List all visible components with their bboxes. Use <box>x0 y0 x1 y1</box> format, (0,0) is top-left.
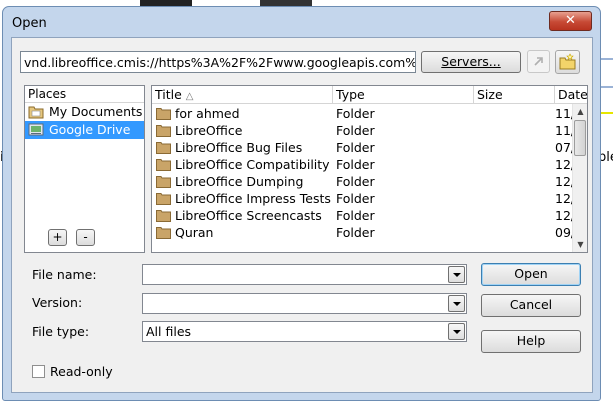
places-buttons: + - <box>25 224 144 252</box>
file-list: Title △ Type Size Date m for ahmed Folde… <box>151 85 588 253</box>
file-row-type: Folder <box>336 174 375 189</box>
add-place-button[interactable]: + <box>48 229 67 246</box>
file-row-type: Folder <box>336 140 375 155</box>
folder-icon <box>156 159 171 171</box>
version-combo[interactable] <box>142 293 467 314</box>
folder-icon <box>156 108 171 120</box>
folder-icon <box>156 210 171 222</box>
file-row-type: Folder <box>336 208 375 223</box>
servers-button-label: Servers... <box>441 54 501 69</box>
new-folder-icon <box>559 53 576 70</box>
cancel-button[interactable]: Cancel <box>481 294 581 317</box>
scroll-down-icon[interactable]: ▼ <box>573 237 587 252</box>
place-item-google-drive[interactable]: Google Drive <box>25 121 144 139</box>
file-row-type: Folder <box>336 157 375 172</box>
file-row-title: LibreOffice Impress Tests <box>175 191 331 206</box>
background-highlight <box>600 112 613 114</box>
file-row[interactable]: LibreOffice Folder 11/2 <box>152 122 580 139</box>
servers-button[interactable]: Servers... <box>421 51 521 73</box>
readonly-checkbox[interactable] <box>32 365 45 378</box>
open-dialog: Open ✕ vnd.libreoffice.cmis://https%3A%2… <box>2 6 601 401</box>
column-header-date[interactable]: Date m <box>555 86 587 104</box>
folder-icon <box>156 193 171 205</box>
file-row[interactable]: LibreOffice Bug Files Folder 07/0 <box>152 139 580 156</box>
up-folder-icon <box>534 57 543 66</box>
file-row-title: LibreOffice Screencasts <box>175 208 322 223</box>
file-row-title: Quran <box>175 225 214 240</box>
file-row[interactable]: LibreOffice Compatibility Te Folder 12/2 <box>152 156 580 173</box>
folder-icon <box>156 227 171 239</box>
place-item-label: My Documents <box>49 104 143 119</box>
dialog-body: vnd.libreoffice.cmis://https%3A%2F%2Fwww… <box>11 37 593 393</box>
file-row-title: LibreOffice <box>175 123 243 138</box>
places-panel: Places My Documents Google Drive + - <box>24 85 145 253</box>
file-list-header: Title △ Type Size Date m <box>152 86 587 104</box>
file-name-label: File name: <box>32 267 97 282</box>
file-row-title: LibreOffice Dumping <box>175 174 304 189</box>
file-row-title: for ahmed <box>175 106 240 121</box>
chevron-down-icon[interactable] <box>448 266 465 283</box>
help-button[interactable]: Help <box>481 330 581 353</box>
scroll-up-icon[interactable]: ▲ <box>573 104 587 119</box>
close-button[interactable]: ✕ <box>549 11 592 31</box>
file-row[interactable]: LibreOffice Impress Tests Folder 12/2 <box>152 190 580 207</box>
version-label: Version: <box>32 295 83 310</box>
file-type-combo[interactable]: All files <box>142 321 467 342</box>
chevron-down-icon[interactable] <box>448 323 465 340</box>
title-bar[interactable]: Open ✕ <box>3 7 600 37</box>
column-header-title[interactable]: Title △ <box>152 86 333 104</box>
file-name-combo[interactable] <box>142 264 467 285</box>
new-folder-button[interactable] <box>555 50 580 74</box>
google-drive-icon <box>28 123 44 136</box>
file-row[interactable]: LibreOffice Dumping Folder 12/1 <box>152 173 580 190</box>
background-line <box>600 58 613 60</box>
file-type-label: File type: <box>32 324 90 339</box>
scroll-thumb[interactable] <box>574 120 586 156</box>
my-documents-icon <box>28 106 44 119</box>
file-row[interactable]: Quran Folder 09/0 <box>152 224 580 241</box>
place-item-my-documents[interactable]: My Documents <box>25 103 144 121</box>
place-item-label: Google Drive <box>49 122 131 137</box>
close-icon: ✕ <box>565 13 576 28</box>
file-type-value: All files <box>146 324 192 339</box>
file-row-title: LibreOffice Compatibility Te <box>175 157 331 172</box>
background-line <box>600 86 613 88</box>
column-header-size[interactable]: Size <box>474 86 555 104</box>
file-row-type: Folder <box>336 225 375 240</box>
file-list-scrollbar[interactable]: ▲ ▼ <box>572 104 587 252</box>
open-button[interactable]: Open <box>481 263 581 286</box>
file-row[interactable]: LibreOffice Screencasts Folder 12/1 <box>152 207 580 224</box>
folder-icon <box>156 176 171 188</box>
up-folder-button[interactable] <box>527 50 550 73</box>
folder-icon <box>156 125 171 137</box>
file-row-type: Folder <box>336 191 375 206</box>
sort-ascending-icon: △ <box>185 91 194 102</box>
dialog-title: Open <box>12 16 47 31</box>
url-input[interactable]: vnd.libreoffice.cmis://https%3A%2F%2Fwww… <box>20 51 416 73</box>
file-row-title: LibreOffice Bug Files <box>175 140 303 155</box>
readonly-label[interactable]: Read-only <box>50 364 113 379</box>
chevron-down-icon[interactable] <box>448 295 465 312</box>
file-row-type: Folder <box>336 106 375 121</box>
file-row-type: Folder <box>336 123 375 138</box>
remove-place-button[interactable]: - <box>76 229 95 246</box>
column-title-label: Title <box>155 87 182 102</box>
column-header-type[interactable]: Type <box>333 86 474 104</box>
folder-icon <box>156 142 171 154</box>
file-row[interactable]: for ahmed Folder 11/1 <box>152 105 580 122</box>
places-header: Places <box>25 86 144 103</box>
